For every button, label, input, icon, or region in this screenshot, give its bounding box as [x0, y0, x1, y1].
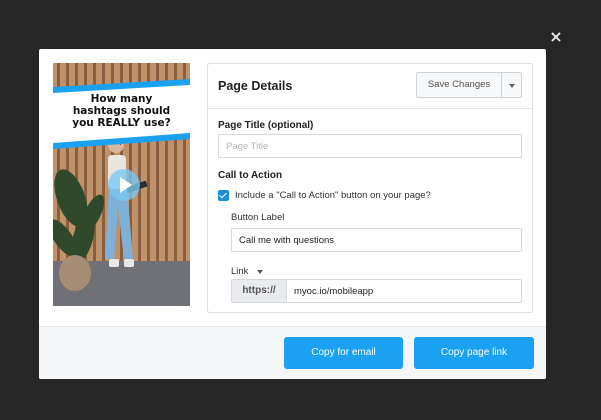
cta-checkbox-label: Include a "Call to Action" button on you…: [235, 190, 431, 201]
panel-title: Page Details: [218, 79, 293, 93]
share-modal: How many hashtags should you REALLY use?…: [39, 49, 546, 379]
thumbnail-title-line: you REALLY use?: [72, 117, 171, 129]
panel-header: Page Details Save Changes: [208, 64, 532, 109]
thumbnail-title-line: How many: [90, 93, 153, 105]
save-changes-button[interactable]: Save Changes: [416, 72, 502, 98]
modal-body: How many hashtags should you REALLY use?…: [39, 49, 546, 324]
button-label-heading: Button Label: [231, 212, 285, 223]
button-label-input[interactable]: [231, 228, 522, 252]
copy-for-email-button[interactable]: Copy for email: [284, 337, 403, 369]
page-title-input[interactable]: [218, 134, 522, 158]
cta-checkbox[interactable]: [218, 190, 229, 201]
copy-page-link-button[interactable]: Copy page link: [414, 337, 534, 369]
play-icon[interactable]: [108, 169, 140, 201]
link-input[interactable]: [286, 279, 522, 303]
video-thumbnail[interactable]: How many hashtags should you REALLY use?: [53, 63, 190, 306]
page-title-label: Page Title (optional): [218, 120, 314, 131]
link-heading: Link: [231, 266, 249, 277]
thumbnail-title: How many hashtags should you REALLY use?: [53, 93, 190, 129]
chevron-down-icon[interactable]: [257, 270, 265, 276]
cta-heading: Call to Action: [218, 170, 283, 181]
save-button-group: Save Changes: [416, 72, 522, 98]
page-details-panel: Page Details Save Changes Page Title (op…: [207, 63, 533, 313]
thumbnail-title-line: hashtags should: [72, 105, 171, 117]
chevron-down-icon[interactable]: [502, 72, 522, 98]
close-icon[interactable]: ×: [549, 29, 563, 45]
link-protocol-prefix: https://: [231, 279, 286, 303]
